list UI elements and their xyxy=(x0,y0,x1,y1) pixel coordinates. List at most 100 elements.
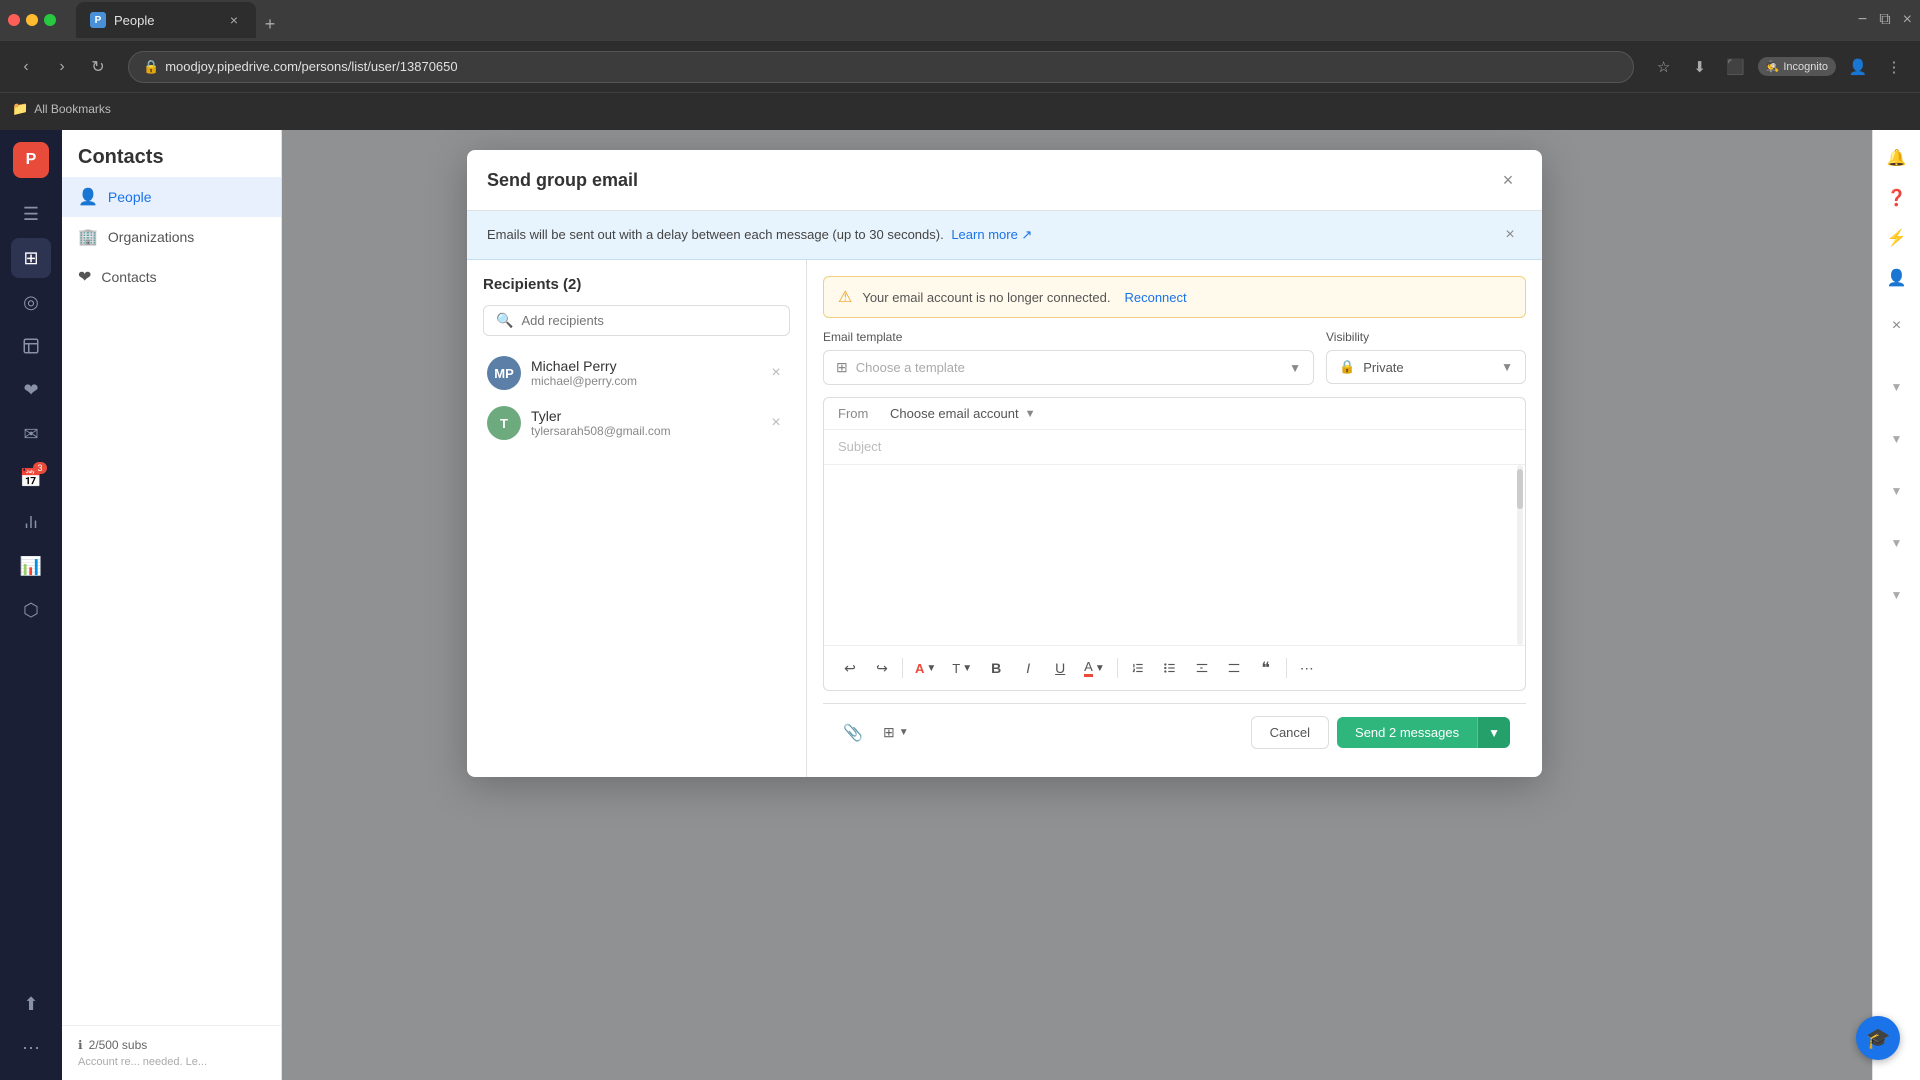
win-close-btn[interactable]: × xyxy=(1903,11,1912,29)
sidebar-item-organizations[interactable]: 🏢 Organizations xyxy=(62,217,281,257)
bookmarks-link[interactable]: All Bookmarks xyxy=(34,102,111,116)
sidebar-item-people[interactable]: 👤 People xyxy=(62,177,281,217)
info-banner-close-button[interactable]: × xyxy=(1498,223,1522,247)
warning-banner: ⚠ Your email account is no longer connec… xyxy=(823,276,1526,318)
toolbar-ordered-list-button[interactable] xyxy=(1124,654,1152,682)
format-button[interactable]: ⊞ ▼ xyxy=(875,720,917,745)
help-button[interactable]: ❓ xyxy=(1881,182,1913,214)
body-scrollbar xyxy=(1517,465,1523,645)
sidebar-icon-dashboard[interactable]: ⊞ xyxy=(11,238,51,278)
calendar-badge: 3 xyxy=(33,462,47,474)
sidebar-icon-reports[interactable] xyxy=(11,502,51,542)
toolbar-indent-button[interactable] xyxy=(1188,654,1216,682)
download-button[interactable]: ⬇ xyxy=(1686,53,1714,81)
browser-tab-active[interactable]: P People × xyxy=(76,2,256,38)
panel-close-button[interactable]: × xyxy=(1881,310,1913,342)
sidebar-icon-integrations[interactable]: ⬡ xyxy=(11,590,51,630)
back-button[interactable]: ‹ xyxy=(12,53,40,81)
window-maximize[interactable] xyxy=(26,14,38,26)
recipient-remove-mp[interactable]: × xyxy=(766,363,786,383)
sidebar-icon-activities[interactable]: ◎ xyxy=(11,282,51,322)
sidebar-icon-calendar[interactable]: 📅 3 xyxy=(11,458,51,498)
people-icon: 👤 xyxy=(78,187,98,207)
visibility-select[interactable]: 🔒 Private ▼ xyxy=(1326,350,1526,384)
lock-icon: 🔒 xyxy=(1339,359,1355,375)
toolbar-underline-button[interactable]: U xyxy=(1046,654,1074,682)
win-minimize-btn[interactable]: − xyxy=(1858,11,1867,29)
sidebar-item-contacts[interactable]: ❤ Contacts xyxy=(62,257,281,297)
toolbar-undo-button[interactable]: ↩ xyxy=(836,654,864,682)
reconnect-link[interactable]: Reconnect xyxy=(1124,290,1186,305)
template-visibility-row: Email template ⊞ Choose a template ▼ Vis… xyxy=(823,330,1526,385)
menu-button[interactable]: ⋮ xyxy=(1880,53,1908,81)
subscription-subtext: Account re... needed. Le... xyxy=(78,1056,265,1068)
win-restore-btn[interactable]: ⧉ xyxy=(1879,11,1890,29)
toolbar-redo-button[interactable]: ↪ xyxy=(868,654,896,682)
address-bar[interactable]: 🔒 moodjoy.pipedrive.com/persons/list/use… xyxy=(128,51,1634,83)
template-select[interactable]: ⊞ Choose a template ▼ xyxy=(823,350,1314,385)
toolbar-unordered-list-button[interactable] xyxy=(1156,654,1184,682)
toolbar-separator-1 xyxy=(902,658,903,678)
from-account-selector[interactable]: Choose email account ▼ xyxy=(890,406,1036,421)
warning-icon: ⚠ xyxy=(838,287,852,307)
email-body-area[interactable] xyxy=(824,465,1525,645)
toolbar-outdent-button[interactable] xyxy=(1220,654,1248,682)
toolbar-font-size-dropdown[interactable]: T ▼ xyxy=(946,657,978,680)
tab-close-button[interactable]: × xyxy=(226,12,242,28)
user-panel-button[interactable]: 👤 xyxy=(1881,262,1913,294)
recipients-search-field[interactable]: 🔍 xyxy=(483,305,790,336)
email-toolbar: ↩ ↪ A ▼ T ▼ xyxy=(824,645,1525,690)
sidebar-icon-leads[interactable]: ❤ xyxy=(11,370,51,410)
toolbar-italic-button[interactable]: I xyxy=(1014,654,1042,682)
window-close[interactable] xyxy=(44,14,56,26)
dialog-title: Send group email xyxy=(487,170,638,191)
notifications-button[interactable]: 🔔 xyxy=(1881,142,1913,174)
from-dropdown-icon: ▼ xyxy=(1025,408,1036,420)
user-profile-button[interactable]: 👤 xyxy=(1844,53,1872,81)
template-placeholder: Choose a template xyxy=(856,360,1281,375)
sidebar-icon-more[interactable]: ⋯ xyxy=(11,1028,51,1068)
text-color-icon: A xyxy=(915,661,924,676)
extensions-button[interactable]: ⬛ xyxy=(1722,53,1750,81)
toolbar-bold-button[interactable]: B xyxy=(982,654,1010,682)
sidebar-icon-hamburger[interactable]: ☰ xyxy=(11,194,51,234)
recipient-avatar-t: T xyxy=(487,406,521,440)
learn-more-link[interactable]: Learn more ↗ xyxy=(951,227,1032,242)
lightning-button[interactable]: ⚡ xyxy=(1881,222,1913,254)
new-tab-button[interactable]: + xyxy=(256,10,284,38)
from-label: From xyxy=(838,406,878,421)
toolbar-more-button[interactable]: ⋯ xyxy=(1293,654,1321,682)
sidebar-icon-mail[interactable]: ✉ xyxy=(11,414,51,454)
recipient-email-mp: michael@perry.com xyxy=(531,374,756,388)
dialog-header: Send group email × xyxy=(467,150,1542,211)
attach-button[interactable]: 📎 xyxy=(839,719,867,747)
people-label: People xyxy=(108,189,152,205)
send-dropdown-button[interactable]: ▼ xyxy=(1477,717,1510,748)
toolbar-font-color-dropdown[interactable]: A ▼ xyxy=(1078,655,1111,681)
cancel-button[interactable]: Cancel xyxy=(1251,716,1329,749)
recipient-remove-t[interactable]: × xyxy=(766,413,786,433)
sidebar-icon-import[interactable]: ⬆ xyxy=(11,984,51,1024)
panel-chevron-3: ▼ xyxy=(1891,484,1903,498)
app-area: P ☰ ⊞ ◎ ❤ ✉ 📅 3 📊 ⬡ ⬆ ⋯ Contacts 👤 Peopl… xyxy=(0,130,1920,1080)
recipients-title: Recipients (2) xyxy=(483,276,790,293)
toolbar-quote-button[interactable]: ❝ xyxy=(1252,654,1280,682)
send-messages-button[interactable]: Send 2 messages xyxy=(1337,717,1477,748)
panel-chevron-1: ▼ xyxy=(1891,380,1903,394)
text-color-chevron: ▼ xyxy=(926,663,936,674)
bookmark-button[interactable]: ☆ xyxy=(1650,53,1678,81)
forward-button[interactable]: › xyxy=(48,53,76,81)
toolbar-text-color-dropdown[interactable]: A ▼ xyxy=(909,657,942,680)
floating-help-button[interactable]: 🎓 xyxy=(1856,1016,1900,1060)
subject-input[interactable] xyxy=(838,439,1511,454)
add-recipients-input[interactable] xyxy=(521,313,777,328)
app-logo[interactable]: P xyxy=(13,142,49,178)
dialog-close-button[interactable]: × xyxy=(1494,166,1522,194)
window-minimize[interactable] xyxy=(8,14,20,26)
sidebar-icon-analytics[interactable]: 📊 xyxy=(11,546,51,586)
format-chevron-icon: ▼ xyxy=(899,727,909,738)
reload-button[interactable]: ↻ xyxy=(84,53,112,81)
incognito-badge: 🕵 Incognito xyxy=(1758,57,1836,76)
secondary-sidebar: Contacts 👤 People 🏢 Organizations ❤ Cont… xyxy=(62,130,282,1080)
sidebar-icon-deals[interactable] xyxy=(11,326,51,366)
